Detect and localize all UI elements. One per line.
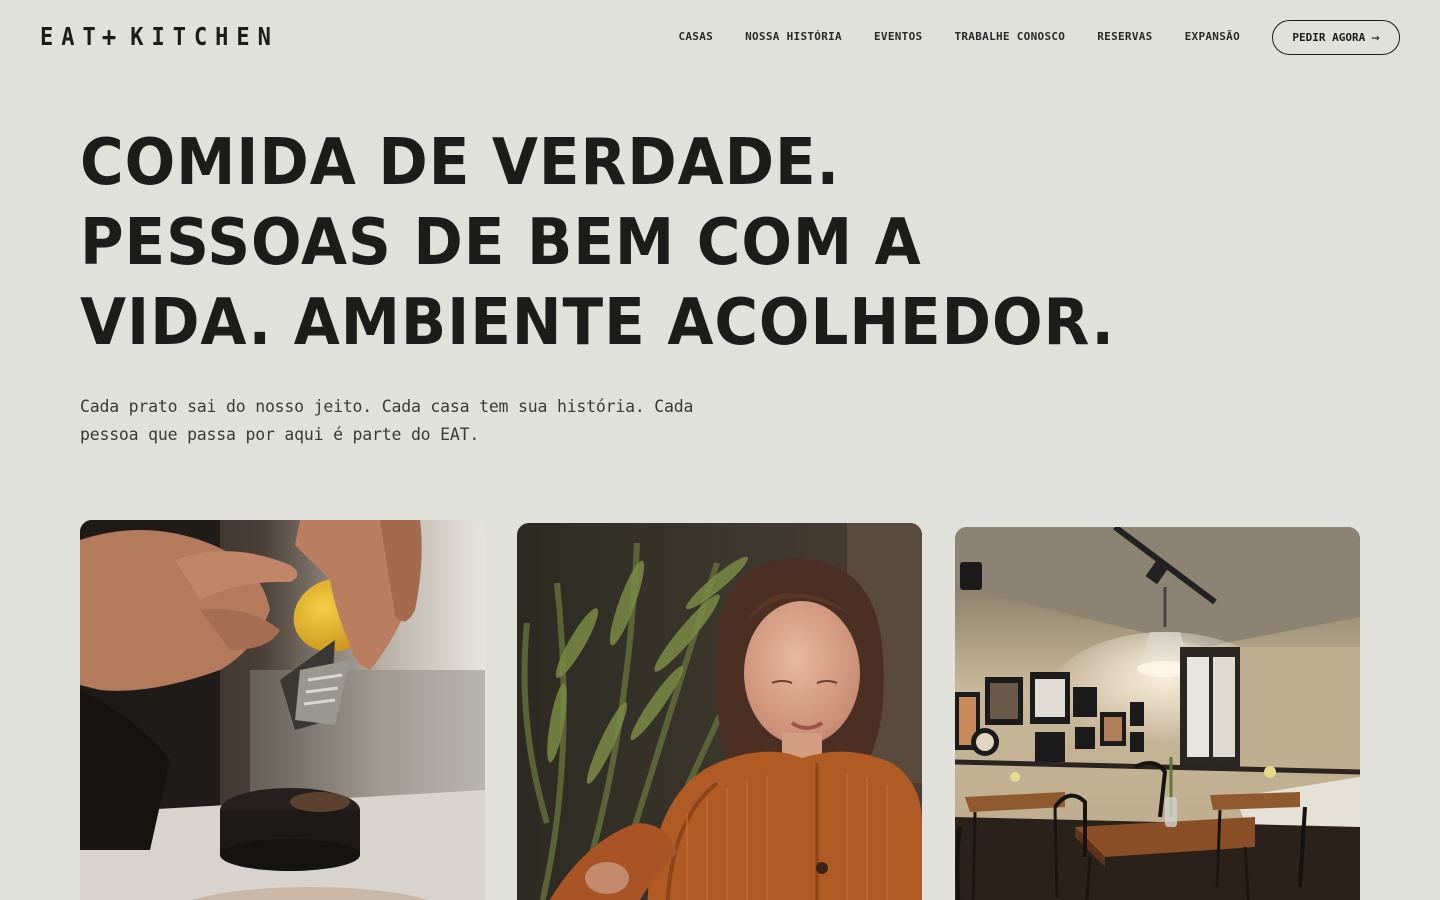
nav-link-expansao[interactable]: EXPANSÃO [1185, 29, 1240, 45]
nav-link-nossa-historia[interactable]: NOSSA HISTÓRIA [745, 29, 842, 45]
photo-card-chef-grating-lemon[interactable] [80, 520, 485, 900]
logo-plus-icon: + [101, 20, 125, 54]
site-header: EAT + KITCHEN CASAS NOSSA HISTÓRIA EVENT… [0, 0, 1440, 74]
chef-grating-lemon-image [80, 520, 485, 900]
logo-text-right: KITCHEN [130, 22, 279, 52]
nav-link-eventos[interactable]: EVENTOS [874, 29, 922, 45]
main-nav: CASAS NOSSA HISTÓRIA EVENTOS TRABALHE CO… [678, 29, 1240, 45]
hero-subtitle: Cada prato sai do nosso jeito. Cada casa… [80, 397, 694, 444]
woman-dining-image [517, 523, 922, 900]
hero-title-line: PESSOAS DE BEM COM A [80, 206, 922, 280]
photo-card-woman-dining[interactable] [517, 523, 922, 900]
order-now-button[interactable]: PEDIR AGORA → [1272, 20, 1400, 55]
arrow-right-icon: → [1371, 29, 1380, 46]
nav-link-reservas[interactable]: RESERVAS [1097, 29, 1152, 45]
brand-logo[interactable]: EAT + KITCHEN [40, 20, 279, 54]
hero-title-line: VIDA. AMBIENTE ACOLHEDOR. [80, 286, 1115, 360]
logo-text-left: EAT [40, 22, 104, 52]
nav-link-trabalhe-conosco[interactable]: TRABALHE CONOSCO [954, 29, 1065, 45]
photo-card-restaurant-interior[interactable] [955, 527, 1360, 900]
hero-title: COMIDA DE VERDADE. PESSOAS DE BEM COM A … [80, 123, 1115, 363]
nav-link-casas[interactable]: CASAS [678, 29, 713, 45]
hero-title-line: COMIDA DE VERDADE. [80, 126, 841, 200]
order-now-label: PEDIR AGORA [1292, 31, 1366, 44]
restaurant-interior-image [955, 527, 1360, 900]
